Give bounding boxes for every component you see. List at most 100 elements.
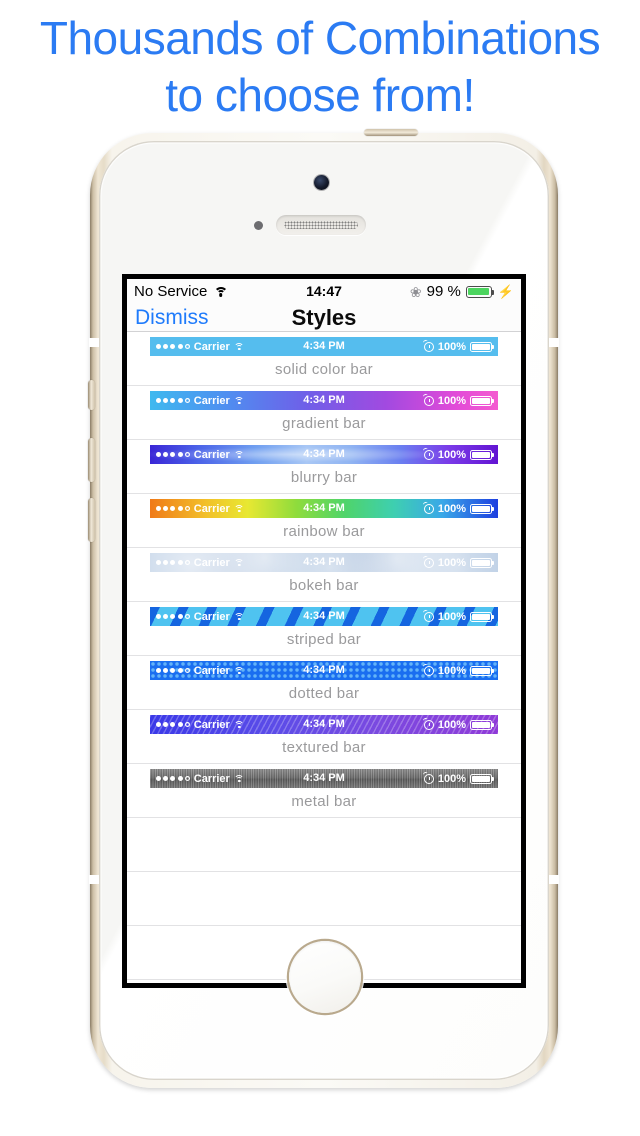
style-name-label: metal bar [291, 793, 357, 810]
table-row[interactable]: Carrier 4:34 PM 100% blurry bar [127, 440, 521, 494]
preview-carrier-label: Carrier [193, 664, 230, 677]
phone-mockup: No Service 14:47 ❀ 99 % ⚡ Dismiss Styles… [88, 129, 559, 1088]
headline: Thousands of Combinations to choose from… [0, 10, 640, 124]
status-battery-percent: 99 % [426, 283, 461, 300]
status-bar-preview[interactable]: Carrier 4:34 PM 100% [150, 337, 498, 356]
preview-battery-percent: 100% [437, 664, 466, 677]
table-row[interactable]: Carrier 4:34 PM 100% bokeh bar [127, 548, 521, 602]
signal-dots-icon [156, 560, 190, 565]
battery-icon [470, 341, 494, 352]
status-bar-preview[interactable]: Carrier 4:34 PM 100% [150, 553, 498, 572]
style-name-label: gradient bar [282, 415, 366, 432]
wifi-icon [234, 558, 245, 567]
battery-icon [470, 395, 494, 406]
wifi-icon [213, 286, 228, 298]
preview-carrier-label: Carrier [193, 394, 230, 407]
proximity-sensor-icon [254, 221, 263, 230]
status-bar-preview[interactable]: Carrier 4:34 PM 100% [150, 391, 498, 410]
status-bar-preview[interactable]: Carrier 4:34 PM 100% [150, 661, 498, 680]
volume-down-button[interactable] [88, 498, 95, 542]
wifi-icon [234, 504, 245, 513]
power-button[interactable] [364, 129, 418, 136]
battery-icon [465, 285, 495, 298]
preview-carrier-label: Carrier [193, 340, 230, 353]
table-row[interactable]: Carrier 4:34 PM 100% gradient bar [127, 386, 521, 440]
empty-table-row [127, 818, 521, 872]
style-name-label: blurry bar [290, 469, 358, 486]
alarm-clock-icon [423, 611, 434, 622]
wifi-icon [234, 450, 245, 459]
battery-icon [470, 449, 494, 460]
status-bar-preview[interactable]: Carrier 4:34 PM 100% [150, 499, 498, 518]
status-bar-preview[interactable]: Carrier 4:34 PM 100% [150, 715, 498, 734]
bluetooth-icon: ❀ [409, 283, 422, 300]
alarm-clock-icon [423, 557, 434, 568]
signal-dots-icon [156, 614, 190, 619]
alarm-clock-icon [423, 395, 434, 406]
battery-icon [470, 557, 494, 568]
alarm-clock-icon [423, 665, 434, 676]
style-name-label: dotted bar [288, 685, 360, 702]
battery-icon [470, 503, 494, 514]
alarm-clock-icon [423, 341, 434, 352]
style-name-label: textured bar [282, 739, 366, 756]
home-button[interactable] [289, 941, 361, 1013]
signal-dots-icon [156, 452, 190, 457]
dismiss-button[interactable]: Dismiss [127, 307, 209, 328]
preview-battery-percent: 100% [437, 610, 466, 623]
preview-carrier-label: Carrier [193, 502, 230, 515]
style-name-label: solid color bar [275, 361, 373, 378]
phone-screen: No Service 14:47 ❀ 99 % ⚡ Dismiss Styles… [122, 274, 526, 988]
battery-icon [470, 611, 494, 622]
signal-dots-icon [156, 506, 190, 511]
status-carrier-label: No Service [134, 283, 208, 300]
volume-up-button[interactable] [88, 438, 95, 482]
lightning-bolt-icon: ⚡ [497, 284, 514, 299]
preview-carrier-label: Carrier [193, 718, 230, 731]
preview-battery-percent: 100% [437, 772, 466, 785]
battery-icon [470, 773, 494, 784]
table-row[interactable]: Carrier 4:34 PM 100% rainbow bar [127, 494, 521, 548]
wifi-icon [234, 720, 245, 729]
wifi-icon [234, 342, 245, 351]
style-name-label: striped bar [286, 631, 362, 648]
headline-line-2: to choose from! [165, 69, 475, 121]
alarm-clock-icon [423, 719, 434, 730]
preview-battery-percent: 100% [437, 718, 466, 731]
antenna-slit [549, 875, 559, 884]
navigation-bar: Dismiss Styles [127, 304, 521, 332]
mute-switch[interactable] [88, 380, 95, 410]
alarm-clock-icon [423, 773, 434, 784]
wifi-icon [234, 396, 245, 405]
styles-table: Carrier 4:34 PM 100% solid color bar Carrier… [127, 332, 521, 980]
antenna-slit [89, 338, 99, 347]
table-row[interactable]: Carrier 4:34 PM 100% striped bar [127, 602, 521, 656]
table-row[interactable]: Carrier 4:34 PM 100% dotted bar [127, 656, 521, 710]
battery-icon [470, 719, 494, 730]
preview-carrier-label: Carrier [193, 448, 230, 461]
table-row[interactable]: Carrier 4:34 PM 100% solid color bar [127, 332, 521, 386]
preview-carrier-label: Carrier [193, 610, 230, 623]
antenna-slit [89, 875, 99, 884]
signal-dots-icon [156, 722, 190, 727]
status-bar-preview[interactable]: Carrier 4:34 PM 100% [150, 445, 498, 464]
status-bar-preview[interactable]: Carrier 4:34 PM 100% [150, 769, 498, 788]
empty-table-row [127, 872, 521, 926]
table-row[interactable]: Carrier 4:34 PM 100% textured bar [127, 710, 521, 764]
preview-carrier-label: Carrier [193, 772, 230, 785]
alarm-clock-icon [423, 503, 434, 514]
preview-battery-percent: 100% [437, 502, 466, 515]
signal-dots-icon [156, 398, 190, 403]
preview-battery-percent: 100% [437, 448, 466, 461]
battery-icon [470, 665, 494, 676]
camera-icon [314, 175, 329, 190]
table-row[interactable]: Carrier 4:34 PM 100% metal bar [127, 764, 521, 818]
style-name-label: bokeh bar [289, 577, 359, 594]
preview-battery-percent: 100% [437, 556, 466, 569]
preview-battery-percent: 100% [437, 340, 466, 353]
wifi-icon [234, 666, 245, 675]
preview-carrier-label: Carrier [193, 556, 230, 569]
status-bar-preview[interactable]: Carrier 4:34 PM 100% [150, 607, 498, 626]
signal-dots-icon [156, 344, 190, 349]
earpiece-speaker-icon [276, 215, 366, 235]
